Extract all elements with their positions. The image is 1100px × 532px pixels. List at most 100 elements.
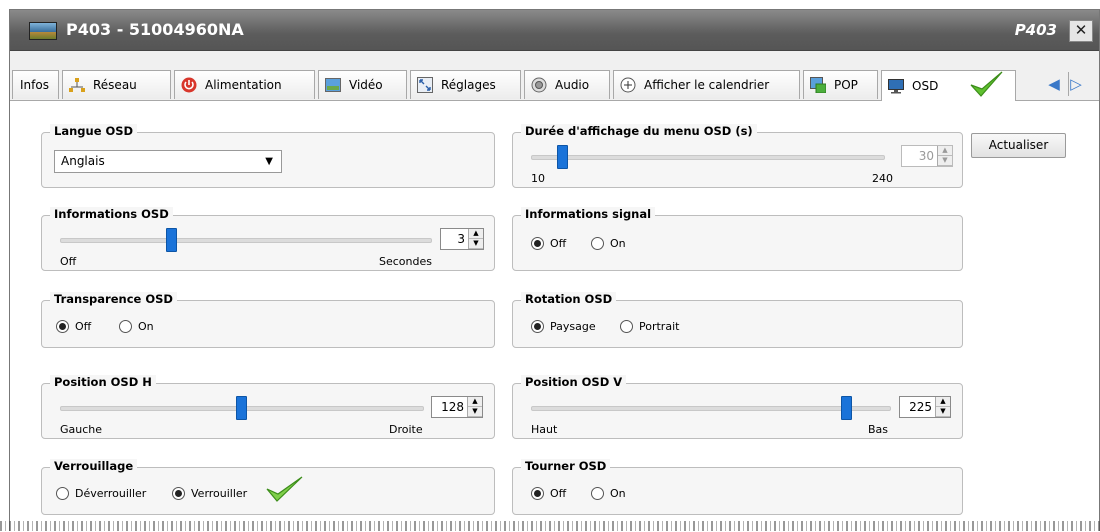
plus-circle-icon	[620, 77, 636, 93]
chevron-down-icon: ▼	[265, 156, 273, 167]
group-title: Tourner OSD	[521, 459, 611, 473]
tab-label: Réseau	[93, 78, 137, 92]
radio-rotation-portrait[interactable]: Portrait	[620, 320, 679, 333]
radio-selected-icon	[172, 487, 185, 500]
refresh-button[interactable]: Actualiser	[971, 133, 1066, 158]
tab-reglages[interactable]: Réglages	[410, 70, 521, 99]
radio-label: Verrouiller	[191, 487, 248, 500]
group-title: Durée d'affichage du menu OSD (s)	[521, 124, 757, 138]
rotation-osd-group: Rotation OSD Paysage Portrait	[512, 292, 963, 348]
duree-slider-thumb[interactable]	[556, 145, 568, 169]
slider-max-label: Droite	[389, 423, 423, 436]
tab-scroll-left-icon[interactable]: ◀	[1047, 72, 1061, 96]
duree-slider-track	[531, 155, 885, 160]
group-title: Position OSD H	[50, 375, 156, 389]
radio-empty-icon	[620, 320, 633, 333]
position-h-group: Position OSD H Gauche Droite 128 ▲ ▼	[41, 375, 495, 439]
radio-label: On	[138, 320, 154, 333]
tab-label: Infos	[20, 78, 49, 92]
tab-osd[interactable]: OSD	[881, 70, 1016, 101]
radio-transparence-on[interactable]: On	[119, 320, 154, 333]
tab-audio[interactable]: Audio	[524, 70, 610, 99]
radio-label: Déverrouiller	[75, 487, 147, 500]
spin-up-icon[interactable]: ▲	[938, 146, 952, 156]
tab-pop[interactable]: POP	[803, 70, 878, 99]
screen-edge-artifact	[0, 521, 1100, 531]
network-icon	[69, 77, 85, 93]
radio-selected-icon	[531, 237, 544, 250]
info-slider-track	[60, 238, 432, 243]
radio-label: On	[610, 487, 626, 500]
tab-infos[interactable]: Infos	[12, 70, 59, 99]
close-button[interactable]: ✕	[1069, 20, 1093, 42]
group-title: Transparence OSD	[50, 292, 177, 306]
position-v-slider-track	[531, 406, 891, 411]
group-title: Informations OSD	[50, 207, 173, 221]
tab-alimentation[interactable]: Alimentation	[174, 70, 315, 99]
spin-up-icon[interactable]: ▲	[936, 397, 950, 407]
info-slider-thumb[interactable]	[166, 228, 177, 252]
spin-down-icon[interactable]: ▼	[469, 239, 483, 249]
spin-value: 3	[457, 232, 465, 246]
position-h-spinbox[interactable]: 128 ▲ ▼	[431, 396, 483, 418]
tab-label: Audio	[555, 78, 590, 92]
slider-min-label: Gauche	[60, 423, 103, 436]
speaker-icon	[531, 77, 547, 93]
duree-spinbox[interactable]: 30 ▲ ▼	[901, 145, 953, 167]
spin-value: 128	[441, 400, 464, 414]
slider-max-label: Bas	[868, 423, 889, 436]
osd-panel: Langue OSD Anglais ▼ Durée d'affichage d…	[10, 101, 1099, 532]
radio-label: Paysage	[550, 320, 596, 333]
slider-max-label: Secondes	[379, 255, 432, 268]
position-h-slider-thumb[interactable]	[236, 396, 247, 420]
tab-video[interactable]: Vidéo	[318, 70, 407, 99]
tab-label: OSD	[912, 79, 939, 93]
display-thumbnail-icon	[29, 22, 57, 40]
radio-rotation-paysage[interactable]: Paysage	[531, 320, 596, 333]
radio-deverrouiller[interactable]: Déverrouiller	[56, 487, 146, 500]
spin-down-icon[interactable]: ▼	[936, 407, 950, 417]
spin-value: 225	[909, 400, 932, 414]
group-title: Verrouillage	[50, 459, 138, 473]
tab-bar: Infos Réseau Alimentation Vidéo Réglages	[10, 70, 1099, 101]
tab-scroll-right-icon[interactable]: ▷	[1068, 72, 1083, 96]
radio-verrouiller[interactable]: Verrouiller	[172, 487, 247, 500]
radio-transparence-off[interactable]: Off	[56, 320, 91, 333]
monitor-icon	[888, 78, 904, 94]
radio-tourner-off[interactable]: Off	[531, 487, 566, 500]
tab-reseau[interactable]: Réseau	[62, 70, 171, 99]
transparence-osd-group: Transparence OSD Off On	[41, 292, 495, 348]
radio-signal-off[interactable]: Off	[531, 237, 566, 250]
radio-label: On	[610, 237, 626, 250]
radio-empty-icon	[119, 320, 132, 333]
select-value: Anglais	[61, 154, 105, 168]
checkmark-icon	[264, 474, 304, 507]
spin-up-icon[interactable]: ▲	[469, 229, 483, 239]
spin-down-icon[interactable]: ▼	[468, 407, 482, 417]
spin-down-icon[interactable]: ▼	[938, 156, 952, 166]
power-icon	[181, 77, 197, 93]
info-spinbox[interactable]: 3 ▲ ▼	[440, 228, 484, 250]
radio-selected-icon	[56, 320, 69, 333]
group-title: Langue OSD	[50, 124, 138, 138]
langue-osd-group: Langue OSD Anglais ▼	[41, 124, 495, 188]
group-title: Position OSD V	[521, 375, 627, 389]
radio-selected-icon	[531, 487, 544, 500]
tab-calendrier[interactable]: Afficher le calendrier	[613, 70, 800, 99]
position-v-spinbox[interactable]: 225 ▲ ▼	[899, 396, 951, 418]
window-title: P403 - 51004960NA	[66, 20, 244, 39]
radio-signal-on[interactable]: On	[591, 237, 626, 250]
spin-up-icon[interactable]: ▲	[468, 397, 482, 407]
language-select[interactable]: Anglais ▼	[54, 150, 282, 173]
radio-empty-icon	[591, 237, 604, 250]
position-v-slider-thumb[interactable]	[841, 396, 853, 420]
informations-osd-group: Informations OSD Off Secondes 3 ▲ ▼	[41, 207, 495, 271]
radio-label: Off	[550, 237, 567, 250]
radio-label: Off	[75, 320, 92, 333]
slider-min-label: Haut	[531, 423, 558, 436]
spin-value: 30	[918, 149, 934, 163]
settings-icon	[417, 77, 433, 93]
slider-min-label: Off	[60, 255, 77, 268]
radio-tourner-on[interactable]: On	[591, 487, 626, 500]
tab-label: Alimentation	[205, 78, 282, 92]
